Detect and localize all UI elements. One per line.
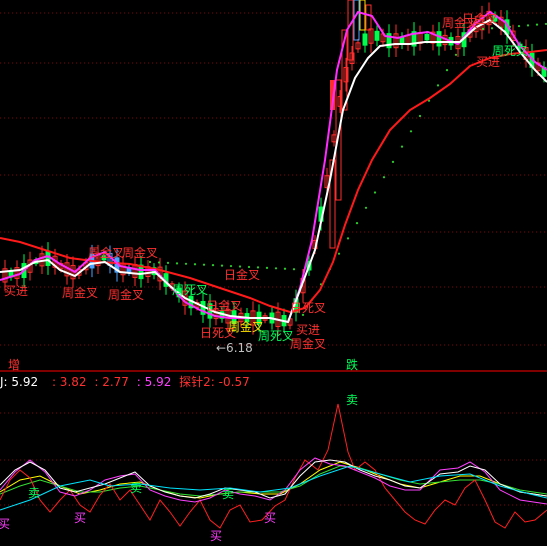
- signal-label: 买进: [4, 284, 28, 298]
- signal-label: 日金叉: [224, 267, 260, 282]
- trend-dot: [526, 24, 530, 27]
- trend-dot: [337, 252, 341, 255]
- indicator-signal-label: 买: [210, 529, 222, 543]
- signal-label: 周金叉: [108, 287, 144, 302]
- candle-body: [45, 250, 51, 266]
- low-price-annotation: ←6.18: [216, 341, 253, 355]
- trend-dot: [166, 261, 170, 264]
- indicator-signal-label: 买: [264, 511, 276, 525]
- trend-dot: [220, 264, 224, 267]
- signal-label: 周金叉: [88, 245, 124, 260]
- trend-dot: [355, 222, 359, 225]
- trend-dot: [292, 268, 296, 271]
- trend-dot: [535, 23, 539, 26]
- indicator-signal-label: 卖: [222, 487, 234, 501]
- trend-dot: [346, 237, 350, 240]
- ma-magenta-line: [0, 10, 547, 324]
- indicator-green-line: [0, 465, 547, 497]
- indicator-v3: : 5.92: [136, 375, 172, 389]
- trend-dot: [409, 130, 413, 133]
- marker-increase: 增: [8, 358, 20, 372]
- trend-dot: [454, 53, 458, 56]
- trend-dot: [229, 264, 233, 268]
- candle-body: [436, 31, 442, 47]
- trend-dot: [202, 263, 206, 266]
- indicator-signal-label: 卖: [130, 481, 142, 495]
- trend-dot: [445, 69, 449, 72]
- indicator-value-bar: J: 5.92 : 3.82 : 2.77 : 5.92 探针2: -0.57: [0, 373, 250, 390]
- indicator-j: J: 5.92: [0, 375, 39, 389]
- trend-dot: [436, 84, 440, 87]
- trend-dot: [364, 206, 368, 209]
- signal-label: 买进: [476, 55, 500, 69]
- candle-body: [374, 30, 380, 41]
- indicator-signal-label: 买: [0, 517, 10, 531]
- trend-dot: [157, 261, 161, 264]
- trend-dot: [175, 262, 179, 265]
- trend-dot: [193, 263, 197, 266]
- signal-label: 周金叉: [290, 336, 326, 351]
- signal-label: 日死叉: [290, 301, 326, 315]
- trend-dot: [373, 191, 377, 194]
- trend-dot: [490, 27, 494, 30]
- trend-dot: [265, 266, 269, 269]
- trend-dot: [382, 176, 386, 179]
- trend-dot: [283, 267, 287, 270]
- marker-fall: 跌: [346, 357, 358, 372]
- signal-label: 周金叉: [62, 285, 98, 300]
- signal-label: 周金叉: [122, 245, 158, 260]
- signal-label: 日金叉: [462, 11, 498, 26]
- candle-body: [365, 4, 372, 31]
- trend-dot: [274, 267, 278, 270]
- trend-dot: [148, 260, 152, 264]
- indicator-v2: : 2.77: [94, 375, 129, 389]
- indicator-signal-label: 买: [74, 511, 86, 525]
- candle-body: [424, 33, 430, 41]
- signal-label: 周死叉: [258, 329, 294, 343]
- ma-red-line: [0, 49, 547, 314]
- stock-chart: 买进周金叉周金叉周金叉日金叉周金叉 周死叉日死叉日金叉周金叉周死叉日死叉周金叉买进…: [0, 0, 547, 543]
- candle-body: [353, 0, 360, 41]
- indicator-signal-label: 卖: [346, 393, 358, 407]
- signal-label: 日金叉: [206, 298, 242, 313]
- trend-dot: [481, 27, 485, 31]
- trend-dot: [418, 114, 422, 118]
- indicator-v1: : 3.82: [51, 375, 87, 389]
- indicator-signal-label: 卖: [28, 486, 40, 500]
- trend-dot: [517, 24, 521, 28]
- indicator-probe: 探针2: -0.57: [179, 375, 250, 389]
- candle-body: [359, 0, 366, 31]
- trend-dot: [211, 264, 215, 267]
- candle-body: [362, 33, 368, 46]
- indicator-red-line: [0, 403, 547, 529]
- signal-label: 买进: [296, 323, 320, 337]
- trend-dot: [400, 145, 404, 148]
- trend-dot: [391, 160, 395, 163]
- signal-label: 周死叉: [172, 283, 208, 297]
- trend-dot: [184, 262, 188, 265]
- ma-white-line: [0, 18, 547, 324]
